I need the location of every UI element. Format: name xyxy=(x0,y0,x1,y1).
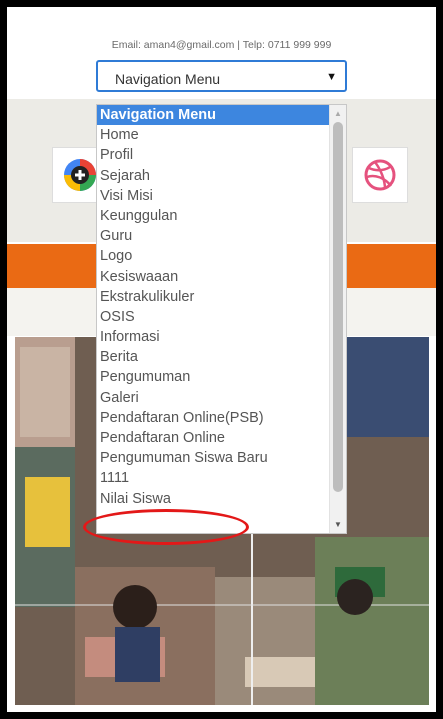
dropdown-option[interactable]: Informasi xyxy=(97,327,346,347)
navigation-menu-select[interactable]: Navigation Menu ▼ xyxy=(96,60,347,92)
dropdown-option[interactable]: Galeri xyxy=(97,388,346,408)
dropdown-scrollbar[interactable]: ▲ ▼ xyxy=(329,105,346,533)
dropdown-option[interactable]: 1111 xyxy=(97,468,346,488)
scroll-down-icon[interactable]: ▼ xyxy=(330,520,346,529)
dropdown-option[interactable]: Ekstrakulikuler xyxy=(97,287,346,307)
dropdown-option[interactable]: Sejarah xyxy=(97,166,346,186)
dropdown-option[interactable]: Guru xyxy=(97,226,346,246)
dropdown-option[interactable]: Profil xyxy=(97,145,346,165)
dropdown-option[interactable]: Keunggulan xyxy=(97,206,346,226)
dropdown-option[interactable]: Pengumuman Siswa Baru xyxy=(97,448,346,468)
dropdown-options: Navigation Menu Home Profil Sejarah Visi Mis… xyxy=(97,105,346,509)
contact-info: Email: aman4@gmail.com | Telp: 0711 999 … xyxy=(111,39,332,51)
page-frame: Email: aman4@gmail.com | Telp: 0711 999 … xyxy=(7,7,436,712)
scroll-up-icon[interactable]: ▲ xyxy=(330,109,346,118)
dropdown-option[interactable]: Pendaftaran Online(PSB) xyxy=(97,408,346,428)
dribbble-icon xyxy=(364,159,396,191)
dropdown-option[interactable]: Kesiswaaan xyxy=(97,267,346,287)
dropdown-option[interactable]: OSIS xyxy=(97,307,346,327)
dropdown-option[interactable]: Navigation Menu xyxy=(97,105,346,126)
dropdown-option[interactable]: Berita xyxy=(97,347,346,367)
dropdown-option[interactable]: Pengumuman xyxy=(97,367,346,387)
highlight-annotation-circle xyxy=(83,509,249,545)
dropdown-option[interactable]: Pendaftaran Online xyxy=(97,428,346,448)
select-value: Navigation Menu xyxy=(115,71,221,87)
dropdown-option[interactable]: Logo xyxy=(97,246,346,266)
google-plus-icon xyxy=(64,159,96,191)
dropdown-option[interactable]: Home xyxy=(97,125,346,145)
navigation-dropdown-list[interactable]: Navigation Menu Home Profil Sejarah Visi Mis… xyxy=(96,104,347,534)
scroll-thumb[interactable] xyxy=(333,122,343,492)
dropdown-option[interactable]: Nilai Siswa xyxy=(97,489,346,509)
dropdown-arrow-icon: ▼ xyxy=(326,71,337,83)
dropdown-option[interactable]: Visi Misi xyxy=(97,186,346,206)
dribbble-button[interactable] xyxy=(352,147,408,203)
